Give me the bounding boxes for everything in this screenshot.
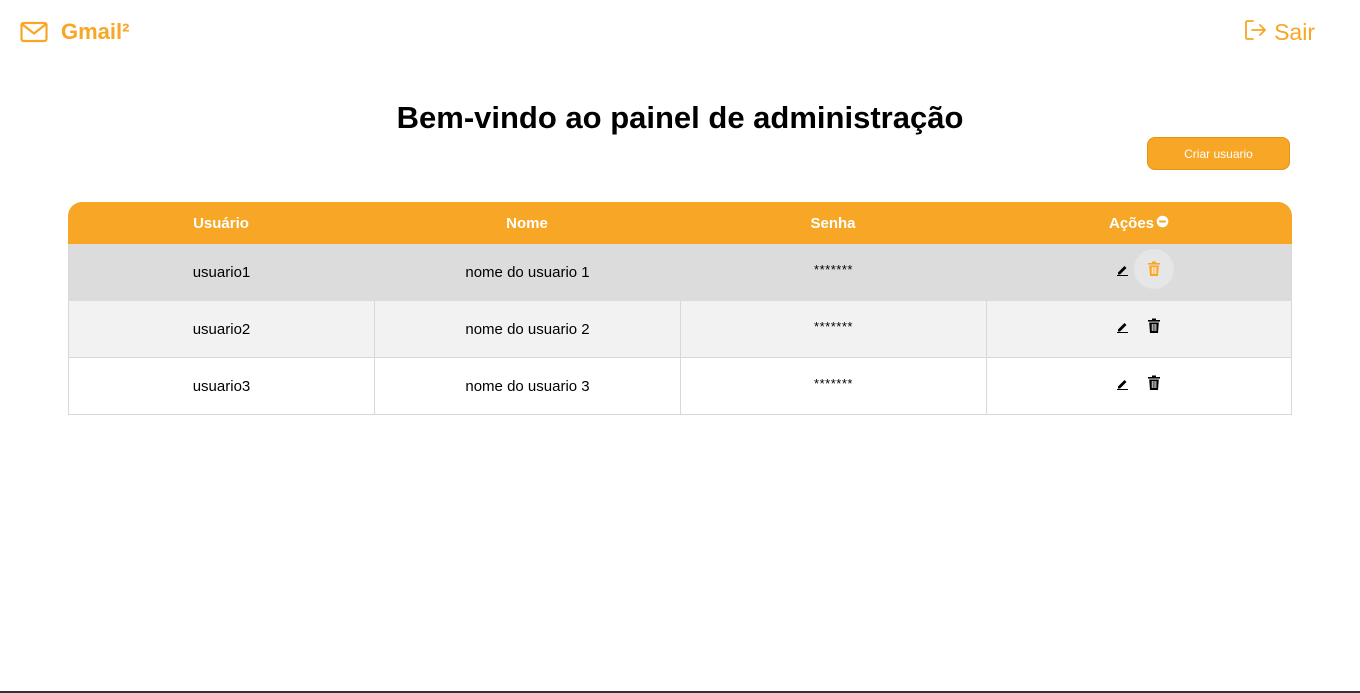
pencil-icon — [1116, 322, 1128, 333]
table-header-row: Usuário Nome Senha Ações — [68, 202, 1292, 244]
cell-senha: ******* — [680, 244, 986, 301]
logout-label: Sair — [1274, 19, 1315, 45]
cell-nome: nome do usuario 3 — [374, 358, 680, 415]
logout-button[interactable]: Sair — [1244, 18, 1315, 46]
edit-button[interactable] — [1113, 260, 1131, 278]
cell-acoes — [986, 301, 1292, 358]
delete-button[interactable] — [1134, 249, 1174, 290]
brand-link[interactable]: Gmail² — [20, 18, 129, 46]
cell-senha: ******* — [680, 301, 986, 358]
column-header-senha: Senha — [680, 202, 986, 244]
column-header-nome: Nome — [374, 202, 680, 244]
column-header-acoes: Ações — [986, 202, 1292, 244]
delete-button[interactable] — [1145, 317, 1163, 335]
edit-button[interactable] — [1113, 374, 1131, 392]
table-row: usuario1 nome do usuario 1 ******* — [68, 244, 1292, 301]
cell-usuario: usuario3 — [68, 358, 374, 415]
page-title: Bem-vindo ao painel de administração — [396, 100, 964, 135]
brand-name: Gmail² — [61, 19, 130, 44]
pencil-icon — [1116, 379, 1128, 390]
cell-usuario: usuario1 — [68, 244, 374, 301]
password-mask: ******* — [814, 261, 853, 277]
delete-button[interactable] — [1145, 374, 1163, 392]
pencil-icon — [1116, 265, 1128, 276]
edit-button[interactable] — [1113, 317, 1131, 335]
column-header-usuario: Usuário — [68, 202, 374, 244]
admin-page: Gmail² Sair Bem-vindo ao painel de admin… — [0, 0, 1360, 693]
cell-acoes — [986, 244, 1292, 301]
table-row: usuario2 nome do usuario 2 ******* — [68, 301, 1292, 358]
create-user-button[interactable]: Criar usuario — [1147, 137, 1290, 170]
cell-acoes — [986, 358, 1292, 415]
trash-icon — [1148, 261, 1160, 277]
circle-info-icon — [1156, 215, 1169, 232]
cell-senha: ******* — [680, 358, 986, 415]
table-row: usuario3 nome do usuario 3 ******* — [68, 358, 1292, 415]
logout-icon — [1244, 19, 1268, 46]
password-mask: ******* — [814, 375, 853, 391]
trash-icon — [1148, 318, 1160, 334]
cell-nome: nome do usuario 2 — [374, 301, 680, 358]
mail-icon — [20, 20, 48, 44]
trash-icon — [1148, 375, 1160, 391]
password-mask: ******* — [814, 318, 853, 334]
users-table: Usuário Nome Senha Ações usuario1 nome d… — [68, 202, 1292, 415]
column-header-acoes-label: Ações — [1108, 214, 1155, 232]
cell-nome: nome do usuario 1 — [374, 244, 680, 301]
cell-usuario: usuario2 — [68, 301, 374, 358]
